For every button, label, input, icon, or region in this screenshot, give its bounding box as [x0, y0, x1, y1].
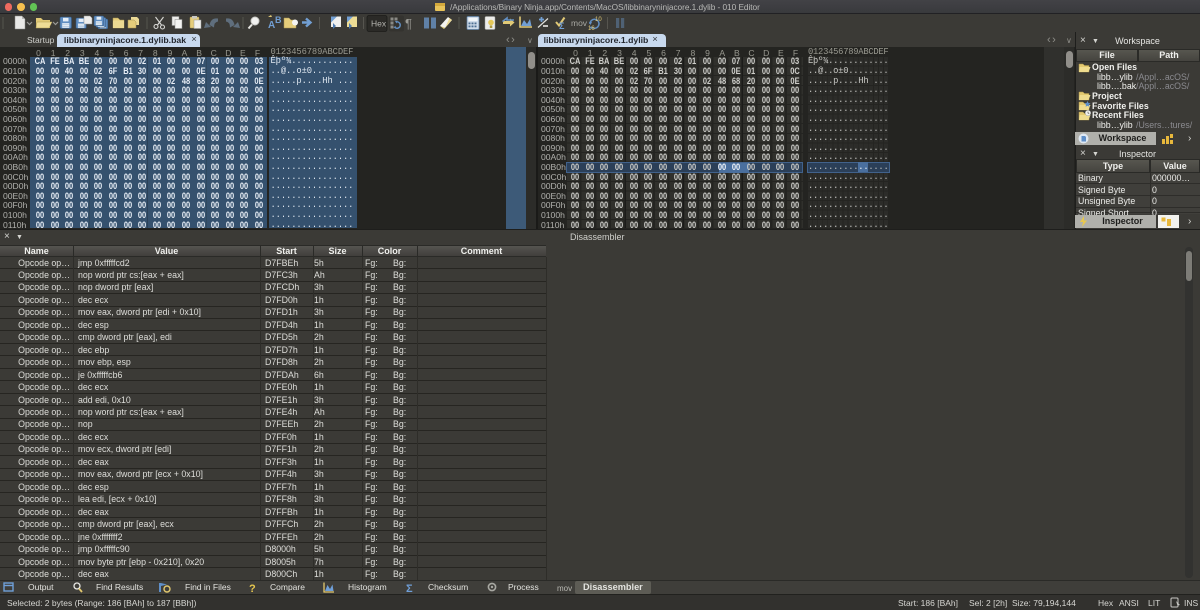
svg-text:mov: mov: [557, 584, 572, 593]
svg-text:B: B: [275, 15, 282, 25]
svg-text:Σ: Σ: [559, 21, 565, 31]
svg-text:¶: ¶: [405, 16, 412, 31]
svg-text:Hex: Hex: [371, 18, 387, 28]
svg-text:?: ?: [249, 583, 256, 594]
svg-text:mov: mov: [571, 18, 588, 28]
svg-text:16: 16: [588, 26, 595, 32]
svg-text:10: 10: [595, 17, 602, 23]
svg-text:Σ: Σ: [406, 583, 413, 594]
